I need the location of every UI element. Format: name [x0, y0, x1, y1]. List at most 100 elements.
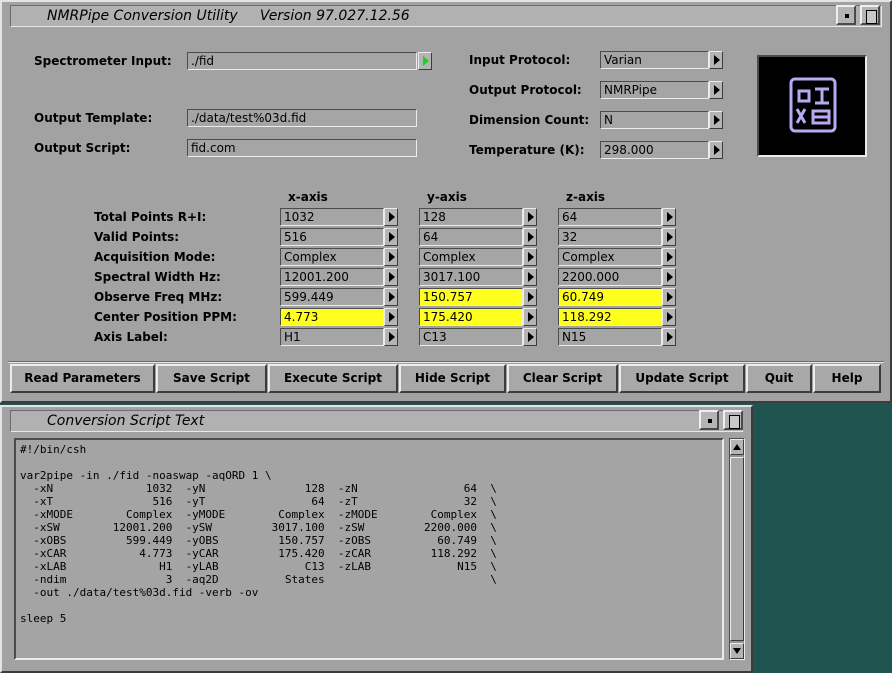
x-center-position-dropdown[interactable]: [384, 308, 398, 326]
temperature-label: Temperature (K):: [469, 143, 585, 157]
temperature-field[interactable]: 298.000: [600, 141, 709, 159]
scroll-thumb[interactable]: [730, 457, 744, 641]
x-total-points-dropdown[interactable]: [384, 208, 398, 226]
script-text-area[interactable]: #!/bin/csh var2pipe -in ./fid -noaswap -…: [14, 438, 724, 660]
x-total-points-field[interactable]: 1032: [280, 208, 384, 226]
z-spectral-width-field[interactable]: 2200.000: [558, 268, 662, 286]
z-acquisition-mode-dropdown[interactable]: [662, 248, 676, 266]
x-center-position-field[interactable]: 4.773: [280, 308, 384, 326]
dimension-count-field[interactable]: N: [600, 111, 709, 129]
z-spectral-width-dropdown[interactable]: [662, 268, 676, 286]
z-observe-freq-field[interactable]: 60.749: [558, 288, 662, 306]
main-titlebar[interactable]: NMRPipe Conversion Utility Version 97.02…: [10, 5, 882, 27]
execute-script-button[interactable]: Execute Script: [268, 364, 398, 393]
z-total-points-field[interactable]: 64: [558, 208, 662, 226]
minimize-icon: [708, 419, 712, 423]
x-axis-header: x-axis: [288, 190, 328, 204]
output-template-field[interactable]: ./data/test%03d.fid: [187, 109, 417, 127]
y-total-points-field[interactable]: 128: [419, 208, 523, 226]
output-protocol-dropdown[interactable]: [709, 81, 723, 99]
script-minimize-button[interactable]: [699, 410, 719, 430]
z-center-position-field[interactable]: 118.292: [558, 308, 662, 326]
y-total-points-dropdown[interactable]: [523, 208, 537, 226]
maximize-icon: [866, 10, 877, 24]
script-window-title: Conversion Script Text: [47, 413, 205, 429]
x-valid-points-field[interactable]: 516: [280, 228, 384, 246]
clear-script-button[interactable]: Clear Script: [507, 364, 618, 393]
x-acquisition-mode-dropdown[interactable]: [384, 248, 398, 266]
z-acquisition-mode-field[interactable]: Complex: [558, 248, 662, 266]
y-acquisition-mode-dropdown[interactable]: [523, 248, 537, 266]
y-axis-label-field[interactable]: C13: [419, 328, 523, 346]
quit-button[interactable]: Quit: [746, 364, 812, 393]
input-protocol-dropdown[interactable]: [709, 51, 723, 69]
y-spectral-width-dropdown[interactable]: [523, 268, 537, 286]
z-axis-label-dropdown[interactable]: [662, 328, 676, 346]
temperature-dropdown[interactable]: [709, 141, 723, 159]
minimize-icon: [845, 14, 849, 18]
input-protocol-label: Input Protocol:: [469, 53, 571, 67]
output-template-label: Output Template:: [34, 111, 153, 125]
x-observe-freq-dropdown[interactable]: [384, 288, 398, 306]
output-protocol-label: Output Protocol:: [469, 83, 582, 97]
nmrpipe-logo: [757, 55, 867, 157]
x-spectral-width-dropdown[interactable]: [384, 268, 398, 286]
dimension-count-label: Dimension Count:: [469, 113, 590, 127]
spectrometer-input-label: Spectrometer Input:: [34, 54, 172, 68]
scroll-up-arrow-icon[interactable]: [730, 439, 744, 455]
y-center-position-dropdown[interactable]: [523, 308, 537, 326]
valid-points-label: Valid Points:: [94, 230, 180, 244]
spectral-width-label: Spectral Width Hz:: [94, 270, 221, 284]
x-axis-label-dropdown[interactable]: [384, 328, 398, 346]
z-total-points-dropdown[interactable]: [662, 208, 676, 226]
update-script-button[interactable]: Update Script: [619, 364, 745, 393]
z-center-position-dropdown[interactable]: [662, 308, 676, 326]
spectrometer-input-browse-button[interactable]: [418, 52, 432, 70]
x-axis-label-field[interactable]: H1: [280, 328, 384, 346]
y-acquisition-mode-field[interactable]: Complex: [419, 248, 523, 266]
script-titlebar[interactable]: Conversion Script Text: [10, 410, 743, 432]
maximize-icon: [729, 415, 740, 429]
x-acquisition-mode-field[interactable]: Complex: [280, 248, 384, 266]
z-valid-points-dropdown[interactable]: [662, 228, 676, 246]
z-axis-header: z-axis: [566, 190, 606, 204]
read-parameters-button[interactable]: Read Parameters: [10, 364, 155, 393]
x-spectral-width-field[interactable]: 12001.200: [280, 268, 384, 286]
x-observe-freq-field[interactable]: 599.449: [280, 288, 384, 306]
button-separator: [8, 361, 884, 363]
y-valid-points-field[interactable]: 64: [419, 228, 523, 246]
script-scrollbar[interactable]: [729, 438, 745, 660]
y-axis-label-dropdown[interactable]: [523, 328, 537, 346]
output-script-label: Output Script:: [34, 141, 131, 155]
y-observe-freq-dropdown[interactable]: [523, 288, 537, 306]
z-valid-points-field[interactable]: 32: [558, 228, 662, 246]
script-maximize-button[interactable]: [723, 410, 743, 430]
output-script-field[interactable]: fid.com: [187, 139, 417, 157]
script-text: #!/bin/csh var2pipe -in ./fid -noaswap -…: [20, 443, 497, 625]
y-center-position-field[interactable]: 175.420: [419, 308, 523, 326]
z-axis-label-field[interactable]: N15: [558, 328, 662, 346]
main-window-title: NMRPipe Conversion Utility Version 97.02…: [47, 8, 410, 24]
y-spectral-width-field[interactable]: 3017.100: [419, 268, 523, 286]
maximize-button[interactable]: [860, 5, 880, 25]
y-axis-header: y-axis: [427, 190, 467, 204]
dimension-count-dropdown[interactable]: [709, 111, 723, 129]
acquisition-mode-label: Acquisition Mode:: [94, 250, 216, 264]
hide-script-button[interactable]: Hide Script: [399, 364, 506, 393]
z-observe-freq-dropdown[interactable]: [662, 288, 676, 306]
center-position-label: Center Position PPM:: [94, 310, 237, 324]
scroll-down-arrow-icon[interactable]: [730, 643, 744, 659]
nmrpipe-seal-icon: [789, 77, 837, 133]
observe-freq-label: Observe Freq MHz:: [94, 290, 223, 304]
y-observe-freq-field[interactable]: 150.757: [419, 288, 523, 306]
save-script-button[interactable]: Save Script: [156, 364, 267, 393]
total-points-label: Total Points R+I:: [94, 210, 207, 224]
spectrometer-input-field[interactable]: ./fid: [187, 52, 417, 70]
input-protocol-field[interactable]: Varian: [600, 51, 709, 69]
x-valid-points-dropdown[interactable]: [384, 228, 398, 246]
y-valid-points-dropdown[interactable]: [523, 228, 537, 246]
minimize-button[interactable]: [836, 5, 856, 25]
axis-label-label: Axis Label:: [94, 330, 168, 344]
output-protocol-field[interactable]: NMRPipe: [600, 81, 709, 99]
help-button[interactable]: Help: [813, 364, 881, 393]
